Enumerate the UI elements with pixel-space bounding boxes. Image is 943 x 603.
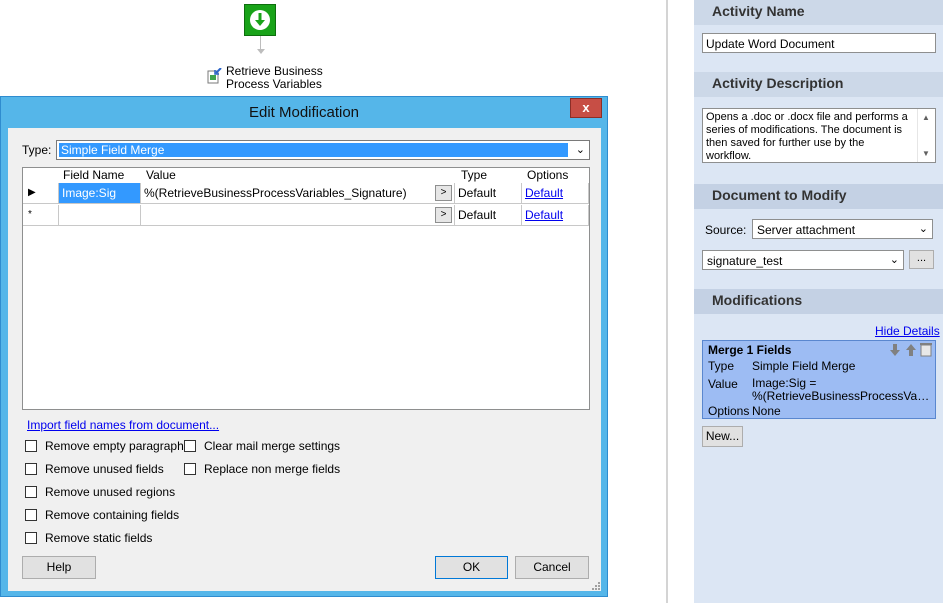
modification-type-row: Type Simple Field Merge bbox=[708, 359, 856, 373]
clear-mail-merge-settings-checkbox[interactable]: Clear mail merge settings bbox=[184, 439, 340, 453]
modification-card[interactable]: Merge 1 Fields Type Simple Field Merge Va… bbox=[702, 340, 936, 419]
hide-details-link[interactable]: Hide Details bbox=[875, 324, 940, 338]
column-type[interactable]: Type bbox=[461, 168, 487, 182]
connector-arrowhead bbox=[257, 49, 265, 54]
checkbox-label: Remove empty paragraphs bbox=[45, 439, 190, 453]
source-value: Server attachment bbox=[757, 223, 856, 237]
source-dropdown[interactable]: Server attachment ⌄ bbox=[752, 219, 933, 239]
activity-description-field[interactable]: Opens a .doc or .docx file and performs … bbox=[702, 108, 936, 163]
activity-label: Retrieve Business Process Variables bbox=[226, 64, 323, 91]
grid-header-row: Field Name Value Type Options bbox=[23, 168, 589, 182]
properties-panel: Activity Name Update Word Document Activ… bbox=[694, 0, 943, 603]
modification-title: Merge 1 Fields bbox=[708, 343, 792, 357]
checkbox-label: Remove containing fields bbox=[45, 508, 180, 522]
checkbox-label: Remove unused fields bbox=[45, 462, 164, 476]
row-selector-icon[interactable]: ▶ bbox=[23, 183, 59, 204]
move-down-icon[interactable] bbox=[888, 343, 902, 357]
arrow-down-circle-icon bbox=[250, 10, 270, 30]
table-row[interactable]: ▶ Image:Sig %(RetrieveBusinessProcessVar… bbox=[23, 183, 589, 204]
field-name-cell[interactable]: Image:Sig bbox=[59, 183, 141, 204]
dialog-title: Edit Modification bbox=[248, 104, 360, 121]
type-selected-value: Simple Field Merge bbox=[59, 143, 568, 157]
expand-value-button[interactable]: > bbox=[435, 207, 452, 223]
source-label: Source: bbox=[705, 223, 747, 237]
column-value[interactable]: Value bbox=[146, 168, 176, 182]
move-up-icon[interactable] bbox=[904, 343, 918, 357]
remove-unused-fields-checkbox[interactable]: Remove unused fields bbox=[25, 462, 164, 476]
edit-modification-dialog: Edit Modification x Type: Simple Field M… bbox=[0, 96, 608, 597]
type-cell[interactable]: Default bbox=[455, 205, 522, 226]
document-dropdown[interactable]: signature_test ⌄ bbox=[702, 250, 904, 270]
cancel-button[interactable]: Cancel bbox=[515, 556, 589, 579]
checkbox-box[interactable] bbox=[25, 486, 37, 498]
expand-value-button[interactable]: > bbox=[435, 185, 452, 201]
checkbox-box[interactable] bbox=[25, 509, 37, 521]
type-dropdown[interactable]: Simple Field Merge ⌄ bbox=[56, 140, 590, 160]
activity-description-header: Activity Description bbox=[694, 72, 943, 97]
checkbox-label: Remove unused regions bbox=[45, 485, 176, 499]
document-value: signature_test bbox=[707, 254, 783, 268]
options-link[interactable]: Default bbox=[525, 208, 563, 222]
modifications-header: Modifications bbox=[694, 289, 943, 314]
help-button[interactable]: Help bbox=[22, 556, 96, 579]
type-label: Type: bbox=[22, 143, 52, 157]
checkbox-label: Clear mail merge settings bbox=[204, 439, 341, 453]
browse-button[interactable]: ... bbox=[909, 250, 934, 269]
chevron-down-icon: ⌄ bbox=[918, 223, 928, 235]
panel-gutter bbox=[668, 0, 694, 603]
field-name-cell[interactable] bbox=[59, 205, 141, 226]
checkbox-label: Replace non merge fields bbox=[204, 462, 341, 476]
remove-unused-regions-checkbox[interactable]: Remove unused regions bbox=[25, 485, 175, 499]
import-field-names-link[interactable]: Import field names from document... bbox=[27, 418, 219, 432]
remove-containing-fields-checkbox[interactable]: Remove containing fields bbox=[25, 508, 179, 522]
checkbox-box[interactable] bbox=[25, 463, 37, 475]
scroll-down-icon[interactable]: ▼ bbox=[922, 147, 930, 160]
activity-name-field[interactable]: Update Word Document bbox=[702, 33, 936, 53]
checkbox-label: Remove static fields bbox=[45, 531, 153, 545]
modification-value-key: Value bbox=[708, 377, 738, 391]
options-link[interactable]: Default bbox=[525, 186, 563, 200]
activity-description-text: Opens a .doc or .docx file and performs … bbox=[706, 111, 908, 162]
checkbox-box[interactable] bbox=[25, 440, 37, 452]
document-to-modify-header: Document to Modify bbox=[694, 184, 943, 209]
dialog-body: Type: Simple Field Merge ⌄ Field Name Va… bbox=[8, 128, 601, 591]
close-button[interactable]: x bbox=[570, 98, 602, 118]
table-row[interactable]: * > Default Default bbox=[23, 205, 589, 226]
scroll-up-icon[interactable]: ▲ bbox=[922, 111, 930, 124]
remove-empty-paragraphs-checkbox[interactable]: Remove empty paragraphs bbox=[25, 439, 190, 453]
checkbox-box[interactable] bbox=[184, 463, 196, 475]
column-field-name[interactable]: Field Name bbox=[63, 168, 124, 182]
modification-tools bbox=[888, 343, 932, 357]
activity-name-header: Activity Name bbox=[694, 0, 943, 25]
options-cell[interactable]: Default bbox=[522, 205, 589, 226]
new-modification-button[interactable]: New... bbox=[702, 426, 743, 447]
type-cell[interactable]: Default bbox=[455, 183, 522, 204]
description-scrollbar[interactable]: ▲ ▼ bbox=[917, 109, 935, 162]
start-node[interactable] bbox=[244, 4, 276, 36]
column-options[interactable]: Options bbox=[527, 168, 568, 182]
value-cell[interactable]: > bbox=[141, 205, 455, 226]
modification-options-row: Options None bbox=[708, 404, 781, 418]
chevron-down-icon: ⌄ bbox=[575, 144, 585, 156]
chevron-down-icon: ⌄ bbox=[889, 254, 899, 266]
checkbox-box[interactable] bbox=[25, 532, 37, 544]
ok-button[interactable]: OK bbox=[435, 556, 508, 579]
new-row-marker[interactable]: * bbox=[23, 205, 59, 226]
retrieve-variables-icon bbox=[207, 68, 222, 84]
options-cell[interactable]: Default bbox=[522, 183, 589, 204]
replace-non-merge-fields-checkbox[interactable]: Replace non merge fields bbox=[184, 462, 340, 476]
resize-grip-icon[interactable] bbox=[590, 580, 600, 590]
value-cell[interactable]: %(RetrieveBusinessProcessVariables_Signa… bbox=[141, 183, 455, 204]
delete-icon[interactable] bbox=[920, 343, 932, 357]
remove-static-fields-checkbox[interactable]: Remove static fields bbox=[25, 531, 152, 545]
checkbox-box[interactable] bbox=[184, 440, 196, 452]
modification-value: Image:Sig = %(RetrieveBusinessProcessVar… bbox=[752, 377, 932, 403]
value-text: %(RetrieveBusinessProcessVariables_Signa… bbox=[144, 186, 407, 200]
field-merge-grid[interactable]: Field Name Value Type Options ▶ Image:Si… bbox=[22, 167, 590, 410]
workflow-connector bbox=[260, 36, 261, 50]
